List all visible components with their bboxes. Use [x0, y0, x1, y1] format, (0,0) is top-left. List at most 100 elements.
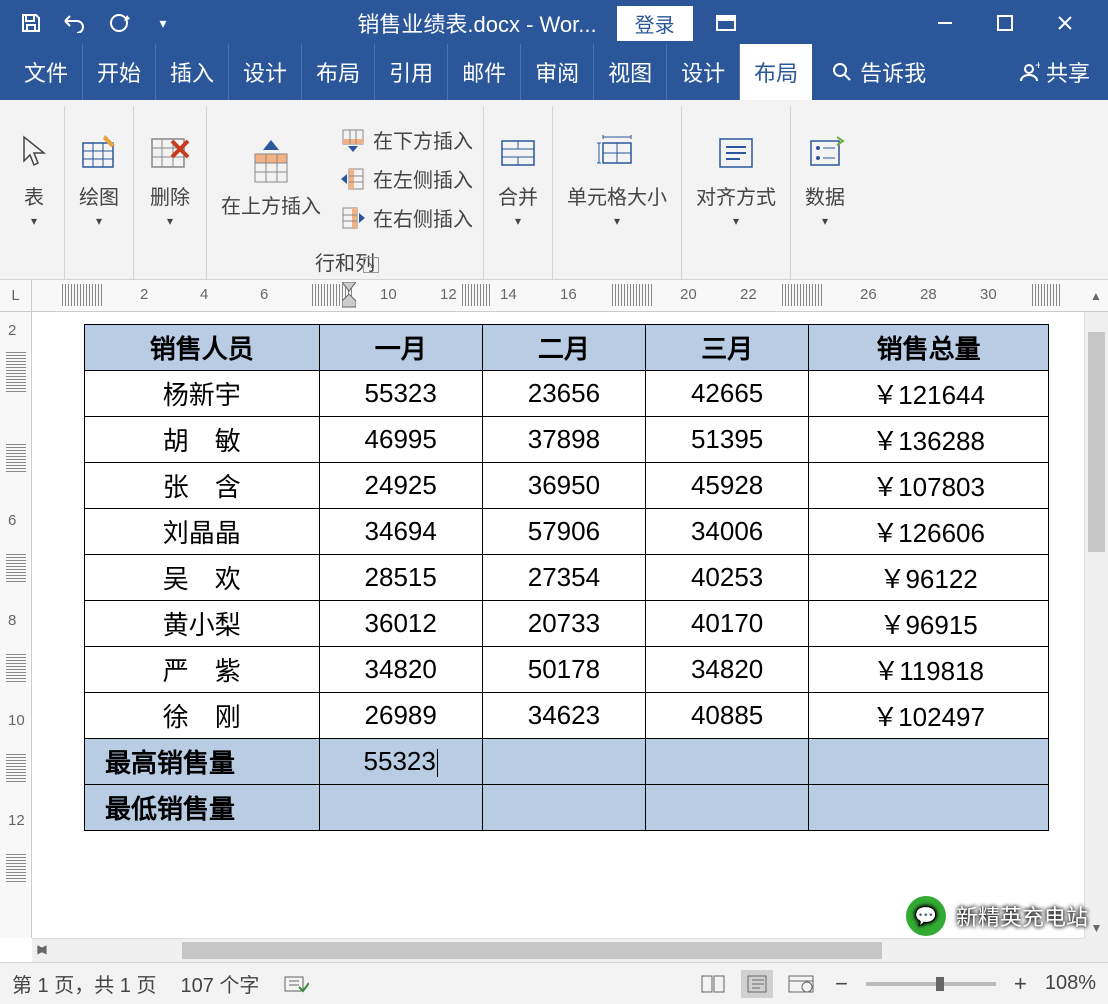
table-row[interactable]: 黄小梨360122073340170￥96915	[85, 601, 1049, 647]
tab-table-layout[interactable]: 布局	[740, 44, 812, 100]
ruler-horizontal[interactable]: L 2 4 6 10 12 14 16 20 22 26 28 30 ▲	[0, 280, 1108, 312]
select-table-button[interactable]: 表▾	[14, 125, 54, 232]
minimize-icon[interactable]	[930, 8, 960, 38]
table-row[interactable]: 徐 刚269893462340885￥102497	[85, 693, 1049, 739]
insert-below-label: 在下方插入	[373, 125, 473, 154]
tab-view[interactable]: 视图	[594, 44, 667, 100]
delete-table-icon	[148, 129, 192, 177]
min-label[interactable]: 最低销售量	[85, 785, 320, 831]
header-total[interactable]: 销售总量	[809, 325, 1049, 371]
zoom-out-button[interactable]: −	[829, 971, 854, 997]
table-header-row[interactable]: 销售人员 一月 二月 三月 销售总量	[85, 325, 1049, 371]
word-count[interactable]: 107 个字	[180, 969, 259, 998]
delete-button[interactable]: 删除▾	[144, 125, 196, 232]
tab-selector-icon[interactable]: L	[0, 280, 32, 311]
view-print-icon[interactable]	[741, 970, 773, 998]
table-row[interactable]: 吴 欢285152735440253￥96122	[85, 555, 1049, 601]
tab-home[interactable]: 开始	[83, 44, 156, 100]
first-line-indent-icon[interactable]	[342, 282, 356, 292]
ribbon-options-icon[interactable]	[713, 10, 739, 36]
zoom-level[interactable]: 108%	[1045, 972, 1096, 995]
window-controls	[910, 8, 1100, 38]
header-salesperson[interactable]: 销售人员	[85, 325, 320, 371]
insert-above-label: 在上方插入	[221, 190, 321, 219]
undo-icon[interactable]	[62, 10, 88, 36]
insert-below-icon	[339, 126, 367, 154]
tab-file[interactable]: 文件	[10, 44, 83, 100]
merge-icon	[498, 129, 538, 177]
customize-qat-icon[interactable]: ▾	[150, 10, 176, 36]
cursor-icon	[18, 129, 50, 177]
data-icon	[805, 129, 845, 177]
tab-review[interactable]: 审阅	[521, 44, 594, 100]
tell-me-search[interactable]: 告诉我	[824, 44, 934, 100]
scroll-up-arrow-icon[interactable]: ▲	[1084, 289, 1108, 303]
maximize-icon[interactable]	[990, 8, 1020, 38]
table-row[interactable]: 胡 敏469953789851395￥136288	[85, 417, 1049, 463]
view-web-icon[interactable]	[785, 970, 817, 998]
page-indicator[interactable]: 第 1 页，共 1 页	[12, 969, 156, 998]
table-row[interactable]: 杨新宇553232365642665￥121644	[85, 371, 1049, 417]
table-row[interactable]: 严 紫348205017834820￥119818	[85, 647, 1049, 693]
scroll-right-arrow-icon[interactable]: ▶	[32, 939, 52, 959]
share-button[interactable]: + 共享	[1010, 44, 1098, 100]
cell-size-icon	[597, 129, 637, 177]
spellcheck-icon[interactable]	[283, 973, 309, 995]
tab-mailings[interactable]: 邮件	[448, 44, 521, 100]
close-icon[interactable]	[1050, 8, 1080, 38]
draw-table-button[interactable]: 绘图▾	[75, 125, 123, 232]
ribbon-group-cell-size: 单元格大小▾	[553, 106, 682, 279]
cell-size-label: 单元格大小	[567, 181, 667, 210]
ribbon-group-merge: 合并▾	[484, 106, 553, 279]
header-jan[interactable]: 一月	[319, 325, 482, 371]
merge-button[interactable]: 合并▾	[494, 125, 542, 232]
tab-design[interactable]: 设计	[229, 44, 302, 100]
login-button[interactable]: 登录	[617, 6, 693, 41]
ribbon-group-table: 表▾	[4, 106, 65, 279]
max-value-cell[interactable]: 55323	[319, 739, 482, 785]
data-button[interactable]: 数据▾	[801, 125, 849, 232]
title-area: 销售业绩表.docx - Wor... 登录	[186, 6, 910, 41]
document-area[interactable]: 销售人员 一月 二月 三月 销售总量 杨新宇553232365642665￥12…	[32, 312, 1084, 938]
header-feb[interactable]: 二月	[482, 325, 645, 371]
menu-bar: 文件 开始 插入 设计 布局 引用 邮件 审阅 视图 设计 布局 告诉我 + 共…	[0, 46, 1108, 100]
zoom-slider-knob[interactable]	[936, 977, 944, 991]
scrollbar-horizontal[interactable]: ◀ ▶	[32, 938, 1084, 962]
ruler-h-marks: 2 4 6 10 12 14 16 20 22 26 28 30	[32, 280, 1084, 311]
header-mar[interactable]: 三月	[646, 325, 809, 371]
scrollbar-thumb[interactable]	[1088, 332, 1105, 552]
scrollbar-h-thumb[interactable]	[182, 942, 882, 959]
tell-me-label: 告诉我	[860, 56, 926, 88]
tab-layout[interactable]: 布局	[302, 44, 375, 100]
scrollbar-vertical[interactable]: ▼	[1084, 312, 1108, 938]
insert-right-button[interactable]: 在右侧插入	[339, 201, 473, 234]
zoom-in-button[interactable]: +	[1008, 971, 1033, 997]
status-bar: 第 1 页，共 1 页 107 个字 − + 108%	[0, 962, 1108, 1004]
delete-label: 删除	[150, 181, 190, 210]
sales-table[interactable]: 销售人员 一月 二月 三月 销售总量 杨新宇553232365642665￥12…	[84, 324, 1049, 831]
tab-references[interactable]: 引用	[375, 44, 448, 100]
merge-label: 合并	[498, 181, 538, 210]
zoom-slider[interactable]	[866, 982, 996, 986]
scroll-down-arrow-icon[interactable]: ▼	[1085, 918, 1108, 938]
ruler-vertical[interactable]: 2 6 8 10 12	[0, 312, 32, 938]
insert-left-button[interactable]: 在左侧插入	[339, 162, 473, 195]
scrollbar-h-row: ◀ ▶	[0, 938, 1108, 962]
table-row[interactable]: 张 含249253695045928￥107803	[85, 463, 1049, 509]
table-row[interactable]: 刘晶晶346945790634006￥126606	[85, 509, 1049, 555]
hanging-indent-icon[interactable]	[342, 294, 356, 308]
table-row-max[interactable]: 最高销售量55323	[85, 739, 1049, 785]
insert-below-button[interactable]: 在下方插入	[339, 123, 473, 156]
redo-icon[interactable]	[106, 10, 132, 36]
table-row-min[interactable]: 最低销售量	[85, 785, 1049, 831]
dialog-launcher-icon[interactable]: ↘	[363, 257, 379, 273]
svg-text:+: +	[1035, 61, 1040, 72]
alignment-button[interactable]: 对齐方式▾	[692, 125, 780, 232]
tab-table-design[interactable]: 设计	[667, 44, 740, 100]
cell-size-button[interactable]: 单元格大小▾	[563, 125, 671, 232]
insert-above-button[interactable]: 在上方插入	[217, 134, 325, 223]
save-icon[interactable]	[18, 10, 44, 36]
max-label[interactable]: 最高销售量	[85, 739, 320, 785]
tab-insert[interactable]: 插入	[156, 44, 229, 100]
view-read-icon[interactable]	[697, 970, 729, 998]
